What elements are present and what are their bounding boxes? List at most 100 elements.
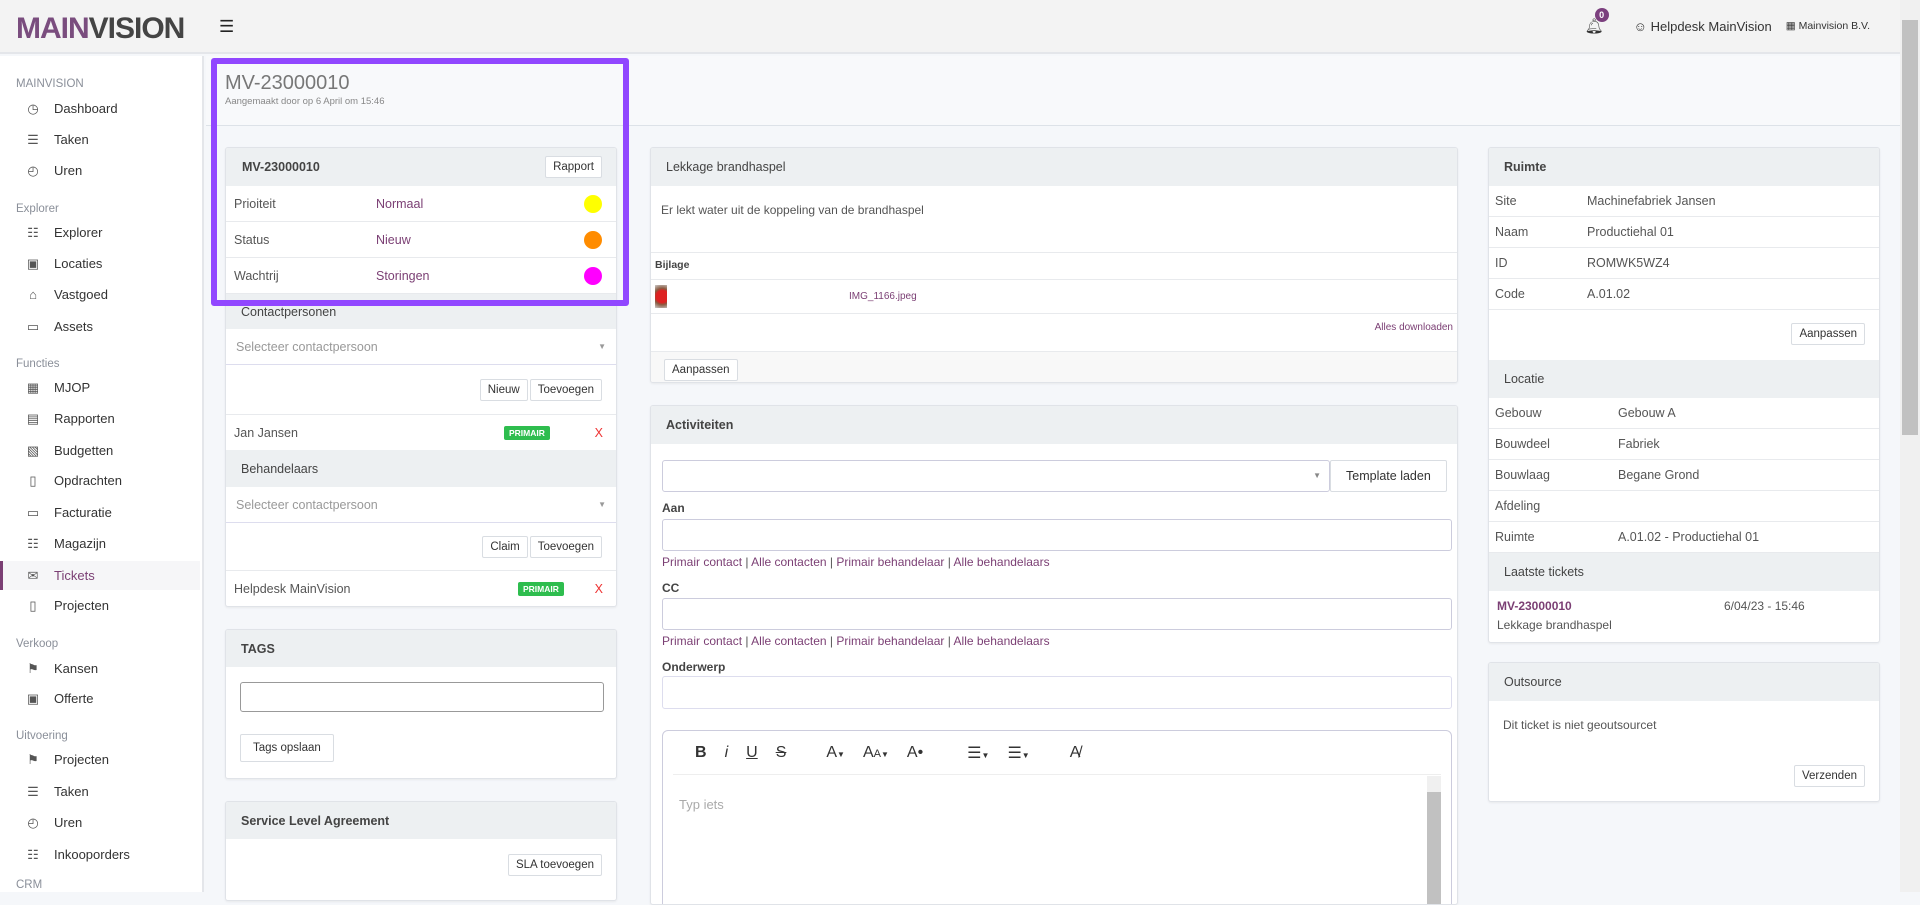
sidebar-item-label: Projecten — [54, 752, 109, 767]
editor-body[interactable]: Typ iets — [663, 775, 1451, 834]
font-size-icon[interactable]: AA▼ — [863, 744, 889, 762]
all-handlers-link[interactable]: Alle behandelaars — [954, 555, 1050, 569]
handler-row: Helpdesk MainVision PRIMAIR X — [226, 571, 616, 606]
contact-row: Jan Jansen PRIMAIR X — [226, 415, 616, 450]
menu-toggle-icon[interactable]: ☰ — [219, 17, 234, 37]
recent-ticket-item[interactable]: MV-23000010 6/04/23 - 15:46 Lekkage bran… — [1489, 591, 1879, 640]
sidebar-item-label: Uren — [54, 163, 83, 178]
sidebar: MAINVISION ◷ Dashboard ☰ Taken ◴ Uren Explorer ☷… — [0, 56, 204, 892]
sidebar-item-label: Projecten — [54, 598, 109, 613]
edit-issue-button[interactable]: Aanpassen — [664, 359, 738, 381]
user-menu[interactable]: ☺ Helpdesk MainVision — [1634, 19, 1772, 34]
bold-icon[interactable]: B — [695, 744, 707, 762]
contact-select[interactable]: Selecteer contactpersoon ▼ — [226, 329, 616, 365]
primary-handler-link[interactable]: Primair behandelaar — [836, 634, 944, 648]
company-menu[interactable]: ▦ Mainvision B.V. — [1786, 20, 1870, 32]
sidebar-item-dashboard[interactable]: ◷ Dashboard — [0, 94, 200, 123]
sidebar-item-vastgoed[interactable]: ⌂ Vastgoed — [0, 280, 200, 309]
handlers-title: Behandelaars — [241, 461, 319, 476]
all-contacts-link[interactable]: Alle contacten — [751, 634, 826, 648]
template-select[interactable]: ▼ — [662, 460, 1330, 492]
field-value[interactable]: Normaal — [376, 197, 423, 211]
highlight-color-icon[interactable]: A• — [907, 744, 923, 762]
add-contact-button[interactable]: Toevoegen — [529, 378, 602, 401]
send-outsource-button[interactable]: Verzenden — [1794, 765, 1865, 787]
sidebar-item-locaties[interactable]: ▣ Locaties — [0, 249, 200, 278]
tags-input[interactable] — [240, 682, 604, 712]
sidebar-item-projecten[interactable]: ⚑ Projecten — [0, 745, 200, 774]
all-contacts-link[interactable]: Alle contacten — [751, 555, 826, 569]
editor-scrollbar[interactable] — [1427, 776, 1441, 904]
download-all-link[interactable]: Alles downloaden — [1375, 322, 1453, 333]
location-row: Bouwlaag Begane Grond — [1489, 460, 1879, 491]
new-contact-button[interactable]: Nieuw — [479, 378, 528, 401]
remove-contact-button[interactable]: X — [595, 426, 603, 440]
remove-handler-button[interactable]: X — [595, 582, 603, 596]
sidebar-item-label: Vastgoed — [54, 287, 108, 302]
sidebar-item-kansen[interactable]: ⚑ Kansen — [0, 654, 200, 683]
sidebar-item-label: Dashboard — [54, 101, 118, 116]
subject-input[interactable] — [662, 676, 1452, 709]
page-header — [206, 56, 1900, 126]
add-sla-button[interactable]: SLA toevoegen — [507, 854, 602, 876]
sidebar-item-uren[interactable]: ◴ Uren — [0, 156, 200, 185]
sidebar-item-uren[interactable]: ◴ Uren — [0, 808, 200, 837]
attachment-thumbnail[interactable] — [655, 285, 667, 308]
add-handler-button[interactable]: Toevoegen — [529, 535, 602, 558]
sidebar-item-projecten[interactable]: ▯ Projecten — [0, 591, 200, 620]
book-icon: ▤ — [26, 410, 40, 426]
to-label: Aan — [662, 501, 685, 515]
italic-icon[interactable]: i — [725, 744, 729, 762]
primary-badge: PRIMAIR — [518, 582, 564, 596]
strikethrough-icon[interactable]: S — [776, 744, 787, 762]
sidebar-item-explorer[interactable]: ☷ Explorer — [0, 218, 200, 247]
handler-select[interactable]: Selecteer contactpersoon ▼ — [226, 487, 616, 523]
sidebar-item-tickets[interactable]: ✉ Tickets — [0, 561, 200, 590]
sidebar-item-inkooporders[interactable]: ☷ Inkooporders — [0, 840, 200, 869]
sidebar-item-assets[interactable]: ▭ Assets — [0, 312, 200, 341]
load-template-button[interactable]: Template laden — [1330, 460, 1447, 492]
attachment-link[interactable]: IMG_1166.jpeg — [849, 291, 917, 302]
room-row: Naam Productiehal 01 — [1489, 217, 1879, 248]
sidebar-item-budgetten[interactable]: ▧ Budgetten — [0, 436, 200, 465]
page-scrollbar[interactable] — [1900, 0, 1920, 892]
room-row: Site Machinefabriek Jansen — [1489, 186, 1879, 217]
primary-contact-link[interactable]: Primair contact — [662, 555, 742, 569]
field-value[interactable]: Nieuw — [376, 233, 411, 247]
edit-room-button[interactable]: Aanpassen — [1791, 323, 1865, 345]
to-input[interactable] — [662, 519, 1452, 551]
location-row: Ruimte A.01.02 - Productiehal 01 — [1489, 522, 1879, 553]
rapport-button[interactable]: Rapport — [545, 156, 602, 178]
primary-handler-link[interactable]: Primair behandelaar — [836, 555, 944, 569]
room-row: ID ROMWK5WZ4 — [1489, 248, 1879, 279]
sidebar-item-label: Facturatie — [54, 505, 112, 520]
unordered-list-icon[interactable]: ☰▼ — [1007, 743, 1029, 763]
sidebar-item-mjop[interactable]: ▦ MJOP — [0, 373, 200, 402]
font-color-icon[interactable]: A▼ — [826, 744, 845, 762]
logo[interactable]: MAINVISION — [16, 12, 185, 46]
ordered-list-icon[interactable]: ☰▼ — [967, 743, 989, 763]
claim-button[interactable]: Claim — [482, 535, 528, 558]
sidebar-item-taken[interactable]: ☰ Taken — [0, 125, 200, 154]
sidebar-item-magazijn[interactable]: ☷ Magazijn — [0, 529, 200, 558]
clear-format-icon[interactable]: A̸ — [1070, 744, 1081, 762]
sidebar-item-facturatie[interactable]: ▭ Facturatie — [0, 498, 200, 527]
sidebar-item-offerte[interactable]: ▣ Offerte — [0, 684, 200, 713]
ticket-field-row: Prioiteit Normaal — [226, 186, 616, 222]
underline-icon[interactable]: U — [746, 744, 758, 762]
all-handlers-link[interactable]: Alle behandelaars — [954, 634, 1050, 648]
field-value: Begane Grond — [1618, 468, 1700, 482]
cc-input[interactable] — [662, 598, 1452, 630]
field-value: Fabriek — [1618, 437, 1660, 451]
contact-name: Jan Jansen — [234, 425, 298, 440]
sidebar-item-taken[interactable]: ☰ Taken — [0, 777, 200, 806]
field-label: Prioiteit — [234, 196, 276, 211]
field-value[interactable]: Storingen — [376, 269, 430, 283]
recent-ticket-id[interactable]: MV-23000010 — [1497, 599, 1871, 613]
primary-contact-link[interactable]: Primair contact — [662, 634, 742, 648]
field-label: Site — [1495, 194, 1517, 208]
notifications-button[interactable]: 🔔︎ 0 — [1585, 8, 1609, 35]
sidebar-item-opdrachten[interactable]: ▯ Opdrachten — [0, 466, 200, 495]
sidebar-item-rapporten[interactable]: ▤ Rapporten — [0, 404, 200, 433]
save-tags-button[interactable]: Tags opslaan — [240, 734, 334, 762]
